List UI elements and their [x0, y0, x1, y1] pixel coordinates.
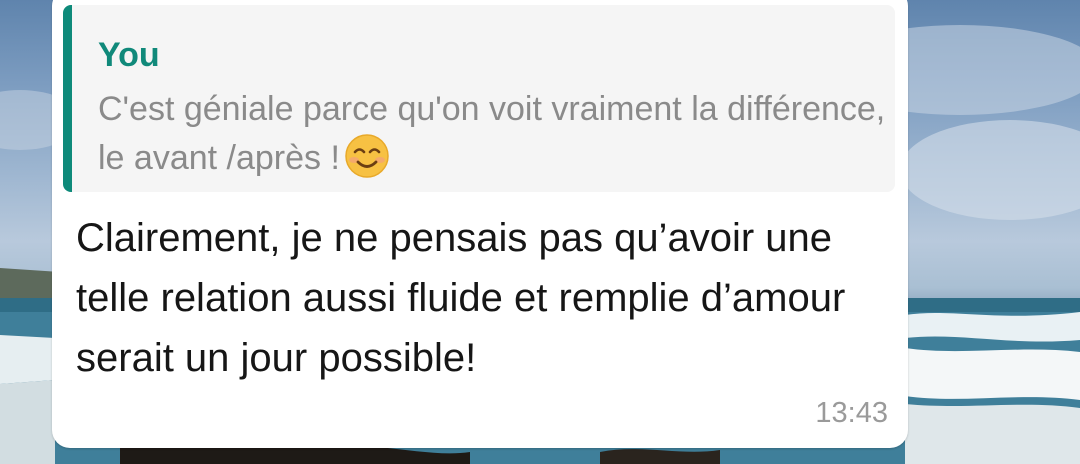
quoted-reply[interactable]: You C'est géniale parce qu'on voit vraim…: [63, 5, 895, 192]
message-text: Clairement, je ne pensais pas qu’avoir u…: [76, 216, 846, 380]
message-timestamp: 13:43: [815, 397, 888, 429]
smiling-face-with-smiling-eyes-icon: [344, 133, 390, 192]
message-bubble[interactable]: You C'est géniale parce qu'on voit vraim…: [52, 0, 908, 448]
quote-accent-bar: [63, 5, 72, 192]
quote-text-container: C'est géniale parce qu'on voit vraiment …: [98, 85, 888, 192]
quote-author: You: [98, 36, 160, 74]
quote-text: C'est géniale parce qu'on voit vraiment …: [98, 90, 886, 177]
